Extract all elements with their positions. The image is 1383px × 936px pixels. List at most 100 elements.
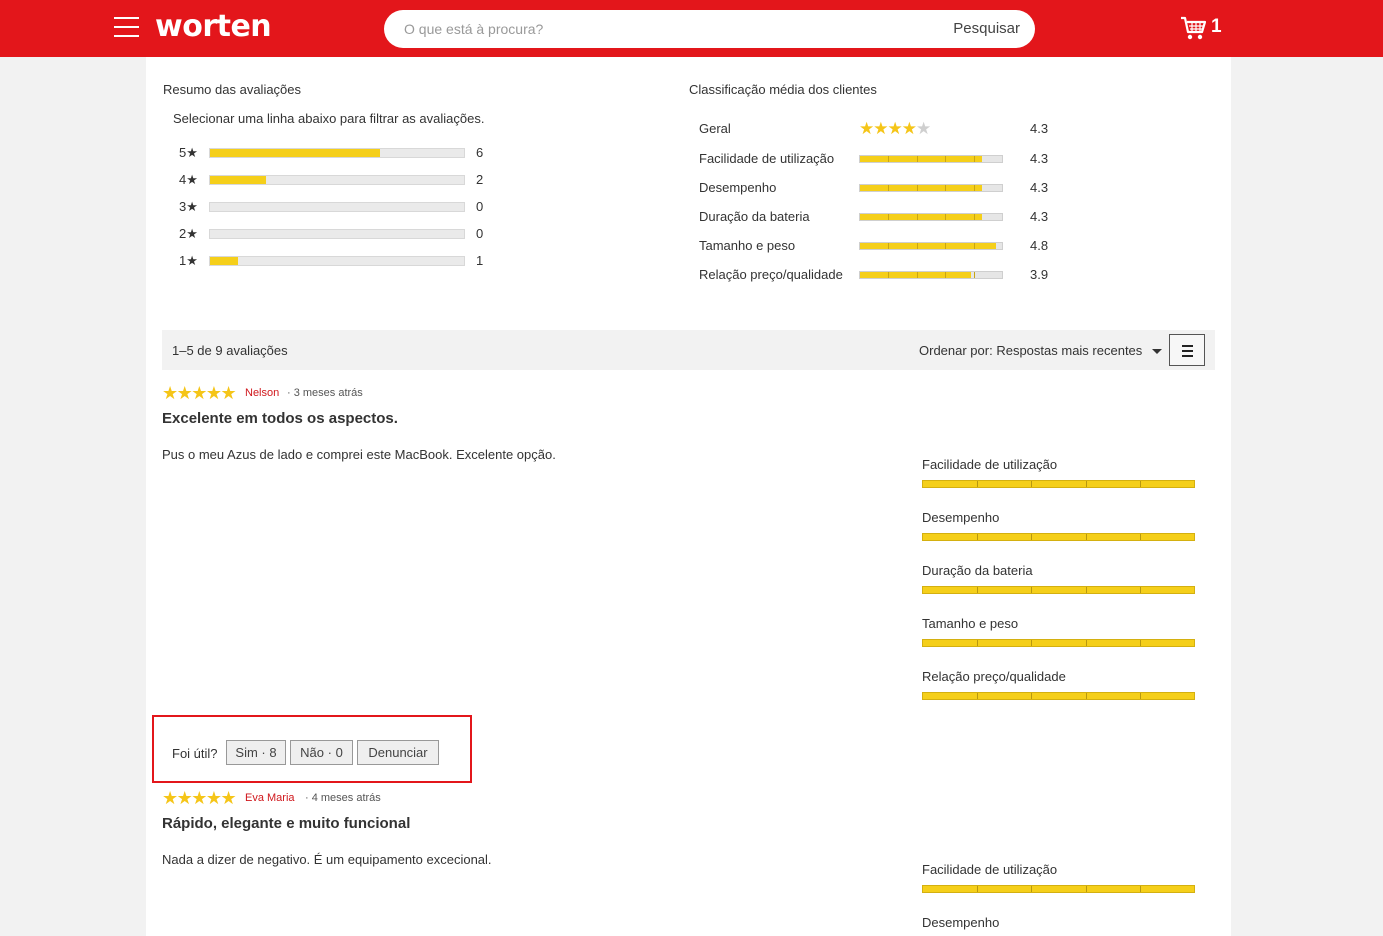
histogram-row-4[interactable]: 4★ 2 bbox=[179, 172, 499, 188]
average-label: Desempenho bbox=[699, 180, 777, 195]
average-value: 4.8 bbox=[1030, 238, 1049, 253]
rating-bar-fill bbox=[860, 214, 983, 220]
rating-bar-divider bbox=[1031, 481, 1033, 487]
helpful-feedback: Foi útil? Sim · 8 Não · 0 Denunciar bbox=[152, 715, 472, 783]
sub-rating-bar bbox=[922, 692, 1195, 700]
histogram-row-3[interactable]: 3★ 0 bbox=[179, 199, 499, 215]
rating-bar-fill bbox=[860, 243, 997, 249]
sort-dropdown[interactable]: Ordenar por: Respostas mais recentes bbox=[919, 343, 1162, 358]
rating-bar-divider bbox=[973, 272, 975, 278]
sub-rating-bar bbox=[922, 586, 1195, 594]
chevron-down-icon bbox=[1151, 349, 1162, 355]
average-value: 3.9 bbox=[1030, 267, 1049, 282]
average-label: Relação preço/qualidade bbox=[699, 267, 843, 282]
helpful-yes-button[interactable]: Sim · 8 bbox=[226, 740, 286, 765]
rating-bar-fill bbox=[923, 693, 1194, 699]
histogram-row-5[interactable]: 5★ 6 bbox=[179, 145, 499, 161]
rating-bar-divider bbox=[888, 156, 890, 162]
rating-bar-divider bbox=[945, 185, 947, 191]
sub-rating-bar bbox=[922, 639, 1195, 647]
rating-bar-divider bbox=[1031, 693, 1033, 699]
rating-bar-divider bbox=[1139, 587, 1141, 593]
rating-bar-divider bbox=[977, 886, 979, 892]
rating-bar-divider bbox=[1085, 481, 1087, 487]
rating-bar-divider bbox=[1031, 640, 1033, 646]
rating-bar-fill bbox=[923, 640, 1194, 646]
histogram-count: 2 bbox=[476, 172, 484, 187]
summary-title: Resumo das avaliações bbox=[163, 82, 302, 97]
histogram-count: 0 bbox=[476, 199, 484, 214]
sub-rating-label: Facilidade de utilização bbox=[922, 862, 1058, 877]
histogram-row-2[interactable]: 2★ 0 bbox=[179, 226, 499, 242]
histogram-count: 1 bbox=[476, 253, 484, 268]
review-stars: ★★★★★ bbox=[162, 788, 237, 808]
average-label: Duração da bateria bbox=[699, 209, 810, 224]
review-author[interactable]: Eva Maria bbox=[245, 792, 295, 804]
rating-bar bbox=[859, 242, 1003, 250]
reviews-toolbar: 1–5 de 9 avaliações Ordenar por: Respost… bbox=[162, 330, 1215, 370]
reviews-count: 1–5 de 9 avaliações bbox=[172, 343, 288, 358]
histogram-label: 2★ bbox=[179, 226, 198, 241]
report-button[interactable]: Denunciar bbox=[357, 740, 439, 765]
rating-bar-divider bbox=[888, 243, 890, 249]
helpful-no-button[interactable]: Não · 0 bbox=[290, 740, 353, 765]
rating-bar-divider bbox=[916, 185, 918, 191]
sub-rating-bar bbox=[922, 885, 1195, 893]
average-ratings-title: Classificação média dos clientes bbox=[689, 82, 877, 97]
rating-bar-divider bbox=[945, 156, 947, 162]
histogram-label: 4★ bbox=[179, 172, 198, 187]
review-title: Excelente em todos os aspectos. bbox=[162, 410, 398, 427]
rating-bar-fill bbox=[923, 534, 1194, 540]
sub-rating-label: Duração da bateria bbox=[922, 563, 1033, 578]
sort-prefix: Ordenar por: bbox=[919, 343, 993, 358]
rating-bar-divider bbox=[1139, 481, 1141, 487]
histogram-label: 3★ bbox=[179, 199, 198, 214]
rating-bar-divider bbox=[973, 156, 975, 162]
star-icon: ★ bbox=[873, 119, 888, 138]
average-value: 4.3 bbox=[1030, 151, 1049, 166]
rating-bar-divider bbox=[1139, 534, 1141, 540]
review-text: Nada a dizer de negativo. É um equipamen… bbox=[162, 852, 492, 867]
cart-count[interactable]: 1 bbox=[1211, 16, 1222, 38]
rating-bar-fill bbox=[860, 185, 983, 191]
filter-menu-button[interactable] bbox=[1169, 334, 1205, 366]
histogram-count: 0 bbox=[476, 226, 484, 241]
rating-bar-divider bbox=[973, 243, 975, 249]
rating-bar-fill bbox=[923, 481, 1194, 487]
rating-bar-divider bbox=[1031, 886, 1033, 892]
review-text: Pus o meu Azus de lado e comprei este Ma… bbox=[162, 447, 556, 462]
reviews-panel: Resumo das avaliações Selecionar uma lin… bbox=[146, 57, 1231, 936]
rating-bar-divider bbox=[888, 214, 890, 220]
rating-bar-divider bbox=[916, 243, 918, 249]
average-value: 4.3 bbox=[1030, 121, 1049, 136]
histogram-label: 1★ bbox=[179, 253, 198, 268]
rating-bar-divider bbox=[945, 214, 947, 220]
search-button[interactable]: Pesquisar bbox=[953, 20, 1020, 37]
review-author[interactable]: Nelson bbox=[245, 387, 279, 399]
cart-icon[interactable] bbox=[1180, 15, 1206, 41]
worten-logo[interactable]: worten bbox=[155, 9, 272, 44]
rating-bar-fill bbox=[860, 156, 983, 162]
search-input[interactable] bbox=[404, 18, 924, 40]
average-row: Facilidade de utilização 4.3 bbox=[699, 150, 1059, 168]
rating-bar-divider bbox=[977, 481, 979, 487]
review-age: · 4 meses atrás bbox=[305, 792, 381, 804]
helpful-label: Foi útil? bbox=[172, 746, 218, 761]
average-row: Duração da bateria 4.3 bbox=[699, 208, 1059, 226]
menu-icon[interactable] bbox=[114, 17, 139, 37]
average-label: Facilidade de utilização bbox=[699, 151, 835, 166]
histogram-bar bbox=[209, 148, 465, 158]
rating-bar-divider bbox=[973, 214, 975, 220]
rating-bar bbox=[859, 271, 1003, 279]
rating-bar-divider bbox=[1085, 693, 1087, 699]
histogram-bar bbox=[209, 229, 465, 239]
rating-bar-divider bbox=[977, 534, 979, 540]
rating-bar-divider bbox=[973, 185, 975, 191]
sub-rating-label: Relação preço/qualidade bbox=[922, 669, 1066, 684]
rating-bar-divider bbox=[1031, 534, 1033, 540]
rating-bar-divider bbox=[916, 272, 918, 278]
review-title: Rápido, elegante e muito funcional bbox=[162, 815, 411, 832]
average-row: Tamanho e peso 4.8 bbox=[699, 237, 1059, 255]
histogram-row-1[interactable]: 1★ 1 bbox=[179, 253, 499, 269]
histogram-bar bbox=[209, 256, 465, 266]
